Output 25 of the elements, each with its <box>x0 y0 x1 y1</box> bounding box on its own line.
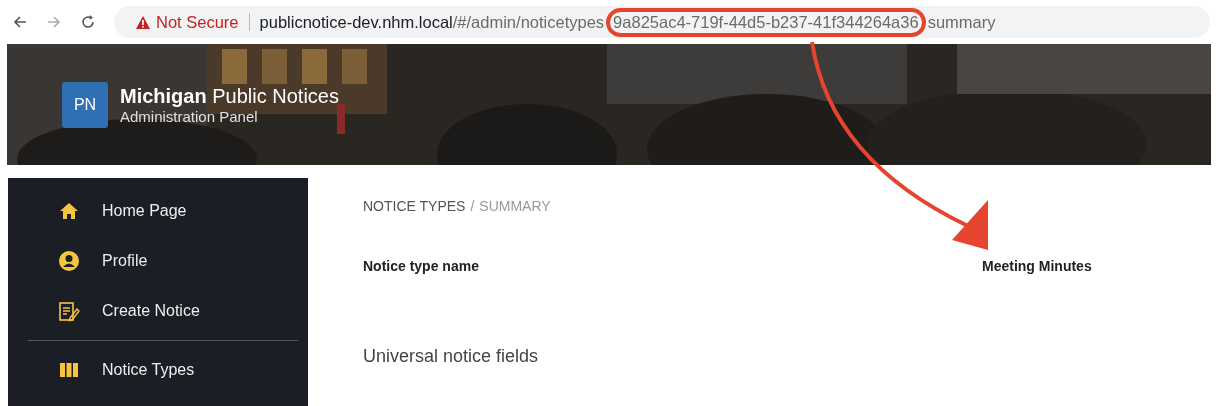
site-title: Michigan Public Notices <box>120 84 339 108</box>
url-tail: summary <box>927 12 996 32</box>
field-label: Notice type name <box>363 258 480 274</box>
section-title: Universal notice fields <box>363 346 540 367</box>
sidebar-item[interactable]: Home Page <box>8 186 308 236</box>
breadcrumb-item: SUMMARY <box>479 198 551 214</box>
address-bar[interactable]: Not Secure publicnotice-dev.nhm.local/#/admin/noticetypes 9a825ac4-719f-44d5-b237-41f344264a36 summary <box>114 6 1210 38</box>
sidebar-item[interactable]: Profile <box>8 236 308 286</box>
warning-icon <box>136 15 150 29</box>
field-value: Meeting Minutes <box>982 258 1092 274</box>
notepad-icon <box>58 300 80 322</box>
breadcrumb-separator: / <box>470 198 475 214</box>
url-id: 9a825ac4-719f-44d5-b237-41f344264a36 <box>613 12 919 31</box>
logo: PN <box>62 81 108 128</box>
user-icon <box>58 250 80 272</box>
sidebar-item[interactable]: Create Notice <box>8 286 308 336</box>
security-label: Not Secure <box>156 12 239 32</box>
back-icon[interactable] <box>12 14 28 30</box>
sidebar-item[interactable]: Notice Types <box>8 345 308 395</box>
reload-icon[interactable] <box>80 14 96 30</box>
breadcrumb-item[interactable]: NOTICE TYPES <box>363 198 466 214</box>
url-path: /#/admin/noticetypes <box>452 12 605 32</box>
home-icon <box>58 200 80 222</box>
url-host: publicnotice-dev.nhm.local <box>259 12 453 32</box>
site-subtitle: Administration Panel <box>120 107 259 125</box>
